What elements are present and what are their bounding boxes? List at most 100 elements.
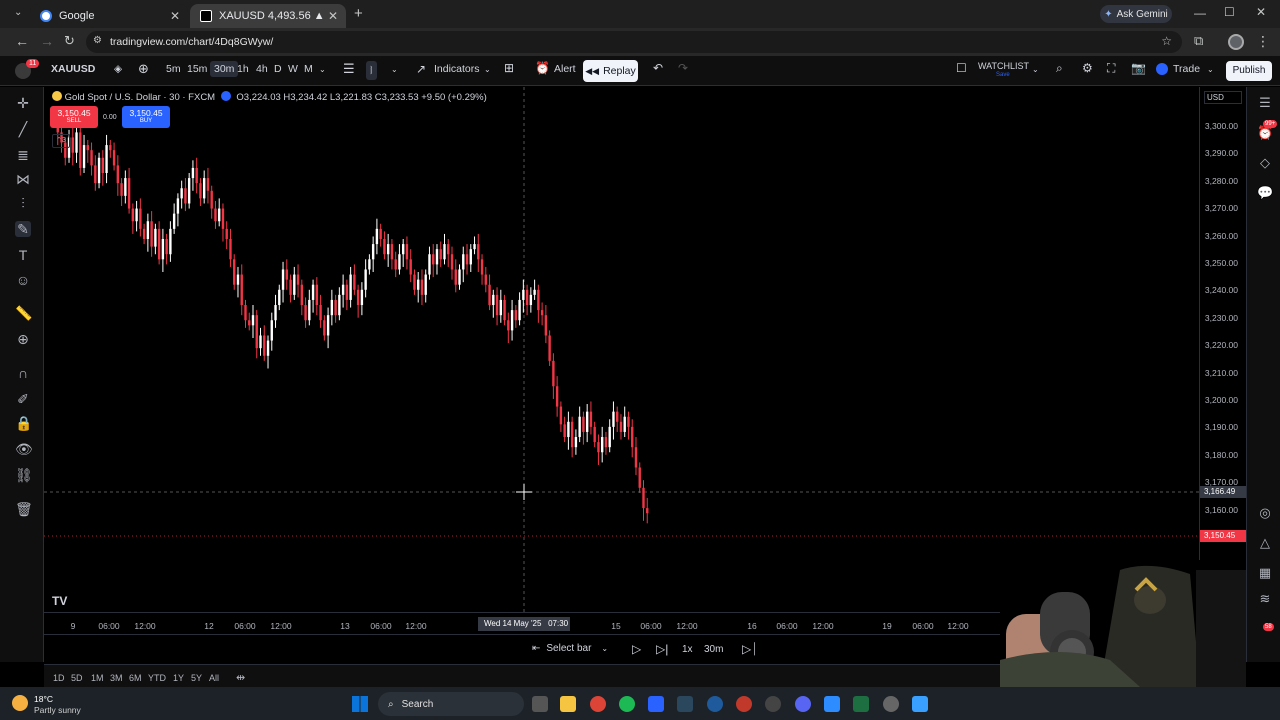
date-range-icon[interactable]: ⇹ [236, 671, 245, 684]
range-5y[interactable]: 5Y [191, 673, 202, 683]
step-forward-icon[interactable]: ▷| [656, 642, 668, 656]
interval-1h[interactable]: 1h [237, 63, 249, 75]
select-bar-button[interactable]: ⇤ Select bar ⌄ [532, 643, 608, 654]
reload-icon[interactable]: ↻ [64, 33, 75, 49]
spotify-icon[interactable] [619, 696, 635, 712]
weather-icon[interactable] [12, 695, 28, 711]
triangle-icon[interactable]: △ [1257, 535, 1273, 551]
weather-temp[interactable]: 18°C [34, 694, 53, 704]
close-icon[interactable]: ✕ [328, 9, 338, 23]
trade-dropdown-icon[interactable]: ⌄ [1207, 65, 1214, 74]
interval-5m[interactable]: 5m [166, 63, 181, 75]
interval-dropdown-icon[interactable]: ⌄ [319, 65, 326, 74]
taskbar-search[interactable]: ⌕ Search [378, 692, 524, 716]
discord-icon[interactable] [795, 696, 811, 712]
target-icon[interactable]: ◎ [1257, 505, 1273, 521]
start-icon[interactable] [352, 696, 368, 712]
close-icon[interactable]: ✕ [170, 9, 180, 23]
symbol-settings-icon[interactable]: ◈ [114, 63, 122, 75]
undo-icon[interactable]: ↶ [653, 61, 663, 75]
range-1d[interactable]: 1D [53, 673, 65, 683]
range-1m[interactable]: 1M [91, 673, 104, 683]
site-info-icon[interactable]: ⚙ [93, 35, 102, 46]
fullscreen-icon[interactable]: ⛶ [1107, 61, 1115, 76]
task-view-icon[interactable] [532, 696, 548, 712]
calendar-icon[interactable]: ▦ [1257, 565, 1273, 581]
app-icon-1[interactable] [707, 696, 723, 712]
extensions-icon[interactable]: ⧉ [1194, 33, 1203, 49]
lock-icon[interactable]: 🔒 [15, 415, 32, 431]
crosshair-tool-icon[interactable]: ✛ [15, 95, 31, 111]
play-icon[interactable]: ▷ [632, 642, 641, 656]
jump-to-realtime-icon[interactable]: ▷⏐ [742, 642, 758, 657]
projection-tool-icon[interactable]: ⫶ [15, 195, 31, 211]
interval-4h[interactable]: 4h [256, 63, 268, 75]
trendline-tool-icon[interactable]: ╱ [15, 121, 31, 137]
steam-icon[interactable] [677, 696, 693, 712]
maximize-icon[interactable]: ☐ [1224, 5, 1235, 19]
indicators-button[interactable]: Indicators [434, 63, 480, 75]
minimize-icon[interactable]: — [1194, 6, 1206, 20]
price-axis[interactable]: USD 3,300.00 3,290.00 3,280.00 3,270.00 3,26… [1199, 87, 1246, 612]
buy-button[interactable]: 3,150.45 BUY [122, 106, 170, 128]
range-1y[interactable]: 1Y [173, 673, 184, 683]
interval-w[interactable]: W [288, 63, 298, 75]
zoom-icon[interactable] [824, 696, 840, 712]
trade-button[interactable]: Trade [1156, 63, 1200, 75]
bar-style-icon[interactable]: ☰ [343, 61, 355, 77]
layouts-icon[interactable]: ⊞ [504, 61, 514, 75]
indicators-icon[interactable]: ↗ [416, 62, 426, 76]
brush-tool-icon[interactable]: ✎ [15, 221, 31, 237]
chrome-icon[interactable] [590, 696, 606, 712]
ruler-tool-icon[interactable]: 📏 [15, 305, 32, 321]
url-field[interactable]: ⚙ tradingview.com/chart/4Dq8GWyw/ ☆ [86, 31, 1182, 53]
trash-icon[interactable]: 🗑 [15, 501, 33, 517]
range-3m[interactable]: 3M [110, 673, 123, 683]
text-tool-icon[interactable]: T [15, 247, 31, 263]
profile-avatar[interactable] [1228, 34, 1244, 50]
interval-m[interactable]: M [304, 63, 313, 75]
sell-button[interactable]: 3,150.45 SELL [50, 106, 98, 128]
interval-15m[interactable]: 15m [187, 63, 207, 75]
excel-icon[interactable] [853, 696, 869, 712]
price-chart[interactable] [44, 87, 1199, 612]
interval-30m[interactable]: 30m [210, 61, 239, 77]
fib-tool-icon[interactable]: ≣ [15, 147, 31, 163]
file-explorer-icon[interactable] [560, 696, 576, 712]
replay-interval[interactable]: 30m [704, 644, 723, 655]
redo-icon[interactable]: ↷ [678, 61, 688, 75]
publish-button[interactable]: Publish [1226, 61, 1272, 81]
app-icon-3[interactable] [765, 696, 781, 712]
range-all[interactable]: All [209, 673, 219, 683]
symbol-search[interactable]: XAUUSD [51, 63, 95, 75]
candle-type-icon[interactable]: ⧘ [366, 61, 377, 80]
magnet-tool-icon[interactable]: ∩ [15, 365, 31, 381]
zoom-tool-icon[interactable]: ⊕ [15, 331, 31, 347]
new-tab-icon[interactable]: + [354, 5, 363, 22]
replay-speed[interactable]: 1x [682, 644, 693, 655]
tab-google[interactable]: Google ✕ [30, 4, 188, 28]
replay-button[interactable]: ◀◀ Replay [583, 60, 638, 82]
layers-icon[interactable]: ◇ [1257, 155, 1273, 171]
watchlist-label[interactable]: WATCHLIST [978, 61, 1029, 71]
indicators-collapse-toggle[interactable]: ⌃3 [52, 134, 70, 148]
app-icon-5[interactable] [912, 696, 928, 712]
alert-button[interactable]: Alert [554, 63, 576, 75]
chat-icon[interactable]: 💬 [1257, 185, 1273, 201]
ask-gemini-button[interactable]: ✦ Ask Gemini [1100, 5, 1172, 23]
watchlist-checkbox-icon[interactable]: ☐ [956, 61, 967, 75]
menu-icon[interactable]: ⋮ [1256, 33, 1270, 50]
quick-search-icon[interactable]: ⌕ [1056, 61, 1063, 76]
app-icon-2[interactable] [736, 696, 752, 712]
back-icon[interactable]: ← [15, 33, 29, 49]
tab-search-icon[interactable]: ⌄ [14, 7, 22, 18]
alert-icon[interactable]: ⏰ [535, 61, 550, 75]
weather-desc[interactable]: Partly sunny [34, 705, 81, 715]
window-close-icon[interactable]: ✕ [1256, 5, 1266, 19]
tab-tradingview[interactable]: XAUUSD 4,493.56 ▲ +3.68% W... ✕ [190, 4, 346, 28]
currency-label[interactable]: USD [1204, 91, 1242, 104]
settings-icon[interactable]: ⚙ [1082, 61, 1093, 75]
chart-type-dropdown-icon[interactable]: ⌄ [391, 65, 398, 74]
watchlist-save-label[interactable]: Save [996, 72, 1010, 78]
watchlist-dropdown-icon[interactable]: ⌄ [1032, 65, 1039, 74]
